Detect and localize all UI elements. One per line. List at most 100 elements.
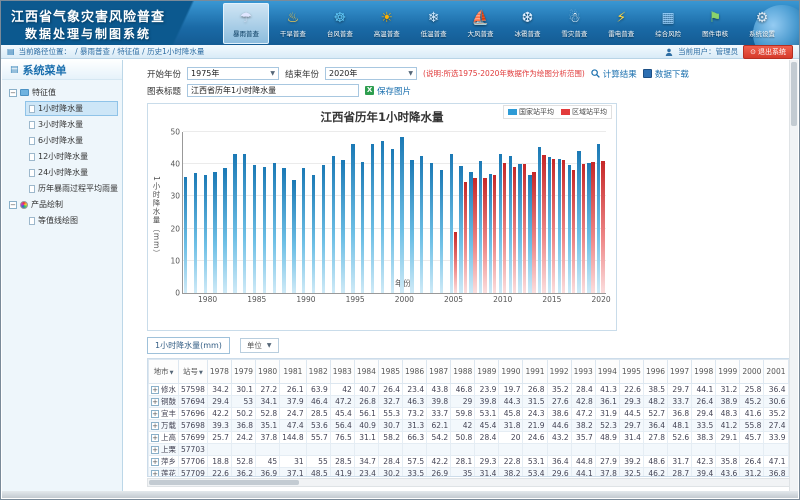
search-icon [591, 69, 600, 78]
end-year-select[interactable]: 2020年▼ [325, 67, 417, 80]
column-header-year[interactable]: 1991 [523, 360, 547, 384]
value-cell: 53 [231, 396, 255, 408]
table-horizontal-scrollbar[interactable] [147, 478, 795, 487]
value-cell: 48.9 [595, 432, 619, 444]
calculator-icon: ▦ [662, 10, 675, 27]
column-header-year[interactable]: 1996 [643, 360, 667, 384]
save-image-button[interactable]: X 保存图片 [365, 85, 411, 97]
scrollbar-thumb[interactable] [791, 62, 797, 126]
row-expand-icon[interactable]: + [151, 446, 159, 454]
collapse-icon[interactable]: − [9, 201, 17, 209]
column-header-year[interactable]: 1990 [499, 360, 523, 384]
value-cell [207, 444, 231, 456]
nav-item-map-review[interactable]: ⚑图件审核 [692, 3, 738, 44]
nav-item-hail[interactable]: ❆冰雹普查 [504, 3, 550, 44]
column-header-year[interactable]: 1995 [619, 360, 643, 384]
column-header-year[interactable]: 1987 [427, 360, 451, 384]
tree-group-products[interactable]: −产品绘制 [4, 197, 120, 212]
row-expand-icon[interactable]: + [151, 398, 159, 406]
city-cell[interactable]: +上栗 [149, 444, 179, 456]
tree-group-features[interactable]: −特征值 [4, 85, 120, 100]
column-header-year[interactable]: 1984 [354, 360, 378, 384]
value-cell: 29.6 [547, 468, 571, 478]
city-cell[interactable]: +上高 [149, 432, 179, 444]
data-download-button[interactable]: 数据下载 [643, 68, 689, 80]
column-header-year[interactable]: 1980 [256, 360, 280, 384]
column-header-year[interactable]: 2001 [764, 360, 788, 384]
unit-select[interactable]: 单位▼ [240, 338, 279, 353]
nav-item-rainstorm[interactable]: ☂暴雨普查 [223, 3, 269, 44]
start-year-label: 开始年份 [147, 68, 181, 80]
column-header-year[interactable]: 1986 [403, 360, 427, 384]
sidebar-item-历年暴雨过程平均雨量[interactable]: 历年暴雨过程平均雨量 [25, 181, 118, 196]
column-header-year[interactable]: 1997 [668, 360, 692, 384]
page-vertical-scrollbar[interactable] [789, 60, 798, 491]
column-header-year[interactable]: 1993 [571, 360, 595, 384]
value-cell: 55 [306, 456, 330, 468]
column-header-year[interactable]: 1982 [306, 360, 330, 384]
sidebar-item-1小时降水量[interactable]: 1小时降水量 [25, 101, 118, 116]
column-header-year[interactable]: 1994 [595, 360, 619, 384]
row-expand-icon[interactable]: + [151, 422, 159, 430]
nav-item-typhoon[interactable]: ☸台风普查 [317, 3, 363, 44]
nav-item-low-temp[interactable]: ❄低温普查 [411, 3, 457, 44]
value-cell: 35.2 [547, 384, 571, 396]
column-header-station[interactable]: 站号▼ [179, 360, 208, 384]
sidebar-item-6小时降水量[interactable]: 6小时降水量 [25, 133, 118, 148]
column-header-year[interactable]: 1983 [330, 360, 354, 384]
row-expand-icon[interactable]: + [151, 386, 159, 394]
logout-button[interactable]: ⊙退出系统 [743, 45, 793, 59]
row-expand-icon[interactable]: + [151, 470, 159, 477]
nav-item-lightning[interactable]: ⚡雷电普查 [598, 3, 644, 44]
ship-icon: ⛵ [472, 10, 489, 27]
bar-national-avg [587, 163, 590, 293]
sidebar-item-3小时降水量[interactable]: 3小时降水量 [25, 117, 118, 132]
column-header-year[interactable]: 1998 [692, 360, 716, 384]
column-header-city[interactable]: 地市▼ [149, 360, 179, 384]
value-cell: 26.4 [378, 384, 402, 396]
column-header-year[interactable]: 1981 [280, 360, 306, 384]
city-cell[interactable]: +莲花 [149, 468, 179, 478]
column-header-year[interactable]: 2000 [740, 360, 764, 384]
nav-item-high-temp[interactable]: ☀高温普查 [364, 3, 410, 44]
column-header-year[interactable]: 1999 [716, 360, 740, 384]
column-header-year[interactable]: 1989 [475, 360, 499, 384]
nav-item-comprehensive-risk[interactable]: ▦综合风险 [645, 3, 691, 44]
nav-item-snow[interactable]: ☃雪灾普查 [551, 3, 597, 44]
nav-item-system-settings[interactable]: ⚙系统设置 [739, 3, 785, 44]
calculate-button[interactable]: 计算结果 [591, 68, 637, 80]
nav-item-drought[interactable]: ♨干旱普查 [270, 3, 316, 44]
collapse-icon[interactable]: − [9, 89, 17, 97]
value-cell: 48.3 [716, 408, 740, 420]
row-expand-icon[interactable]: + [151, 434, 159, 442]
value-cell: 29 [451, 396, 475, 408]
bar-national-avg [282, 168, 285, 293]
value-cell [499, 444, 523, 456]
table-row: +莲花5770922.636.236.937.148.541.923.430.2… [149, 468, 796, 478]
column-header-year[interactable]: 1978 [207, 360, 231, 384]
city-cell[interactable]: +萍乡 [149, 456, 179, 468]
column-header-year[interactable]: 1988 [451, 360, 475, 384]
x-tick-label: 2015 [542, 295, 561, 304]
city-cell[interactable]: +铜鼓 [149, 396, 179, 408]
chart-title-input[interactable] [187, 84, 359, 97]
value-cell: 34.2 [207, 384, 231, 396]
sidebar-item-12小时降水量[interactable]: 12小时降水量 [25, 149, 118, 164]
nav-item-wind[interactable]: ⛵大风普查 [458, 3, 504, 44]
column-header-year[interactable]: 1992 [547, 360, 571, 384]
city-cell[interactable]: +修水 [149, 384, 179, 396]
nav-item-label: 暴雨普查 [233, 28, 259, 38]
column-header-year[interactable]: 1985 [378, 360, 402, 384]
city-cell[interactable]: +万载 [149, 420, 179, 432]
sidebar-item-24小时降水量[interactable]: 24小时降水量 [25, 165, 118, 180]
sidebar-item-等值线绘图[interactable]: 等值线绘图 [25, 213, 118, 228]
start-year-select[interactable]: 1975年▼ [187, 67, 279, 80]
table-tab[interactable]: 1小时降水量(mm) [147, 337, 230, 354]
row-expand-icon[interactable]: + [151, 458, 159, 466]
city-cell[interactable]: +宜丰 [149, 408, 179, 420]
value-cell: 54.2 [427, 432, 451, 444]
column-header-year[interactable]: 1979 [231, 360, 255, 384]
value-cell [740, 444, 764, 456]
scrollbar-thumb[interactable] [149, 480, 299, 485]
row-expand-icon[interactable]: + [151, 410, 159, 418]
